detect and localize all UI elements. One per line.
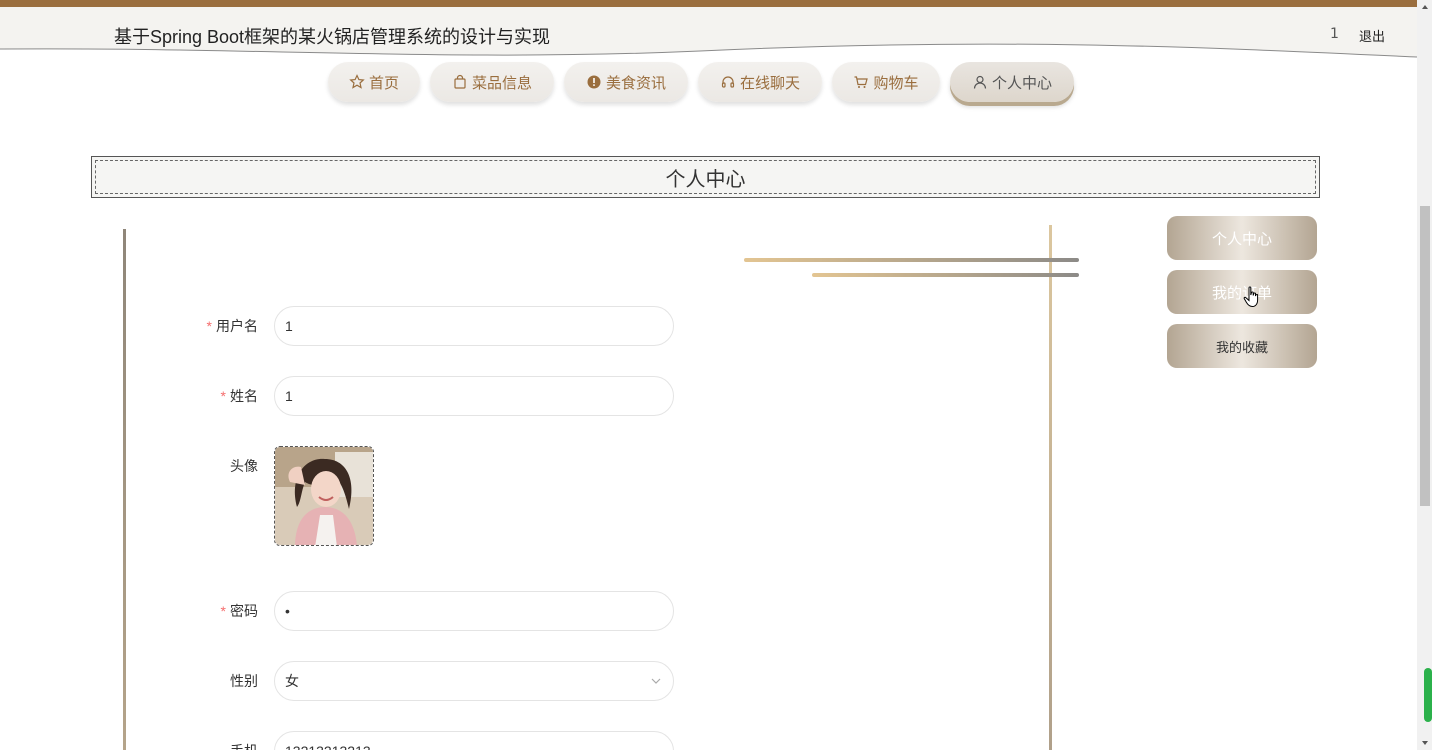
- hand-cursor-icon: [1243, 286, 1259, 308]
- password-input[interactable]: •: [274, 591, 674, 631]
- nav-item-label: 在线聊天: [739, 74, 800, 92]
- required-mark: *: [220, 603, 226, 619]
- section-title: 个人中心: [95, 160, 1316, 194]
- side-button-my-orders[interactable]: 我的订单: [1167, 270, 1317, 314]
- name-input[interactable]: 1: [274, 376, 674, 416]
- gender-select-value: 女: [285, 673, 299, 689]
- nav-item-label: 购物车: [873, 74, 919, 92]
- form-row-name: * 姓名 1: [150, 376, 680, 416]
- info-circle-icon: [587, 75, 601, 89]
- username-label-text: 用户名: [216, 318, 258, 334]
- username-label: * 用户名: [150, 306, 258, 346]
- star-icon: [349, 74, 365, 89]
- user-icon: [973, 75, 987, 89]
- form-row-username: * 用户名 1: [150, 306, 680, 346]
- avatar-upload[interactable]: [274, 446, 374, 546]
- side-button-my-favorites[interactable]: 我的收藏: [1167, 324, 1317, 368]
- scrollbar-thumb[interactable]: [1420, 206, 1430, 506]
- header: 基于Spring Boot框架的某火锅店管理系统的设计与实现 1 退出: [0, 7, 1417, 63]
- form-row-avatar: 头像: [150, 446, 680, 546]
- name-label-text: 姓名: [230, 388, 258, 404]
- username-input[interactable]: 1: [274, 306, 674, 346]
- nav-item-online-chat[interactable]: 在线聊天: [698, 62, 822, 102]
- phone-input[interactable]: 13213213213: [274, 731, 674, 750]
- cart-icon: [854, 76, 869, 88]
- bag-icon: [454, 74, 466, 89]
- gender-label: 性别: [230, 673, 258, 689]
- password-label: * 密码: [150, 591, 258, 631]
- section-title-box: 个人中心: [91, 156, 1320, 198]
- top-accent-bar: [0, 0, 1417, 7]
- form-row-password: * 密码 •: [150, 591, 680, 631]
- nav-item-personal-center[interactable]: 个人中心: [950, 62, 1074, 102]
- scroll-down-arrow-icon[interactable]: [1420, 738, 1430, 748]
- form-row-gender: 性别 女: [150, 661, 680, 701]
- floating-green-widget[interactable]: [1424, 668, 1432, 722]
- nav-item-label: 菜品信息: [471, 74, 532, 92]
- nav-item-home[interactable]: 首页: [328, 62, 420, 102]
- decorative-line-top: [744, 258, 1079, 262]
- decorative-right-line: [1049, 225, 1052, 750]
- nav-item-cart[interactable]: 购物车: [832, 62, 940, 102]
- nav-item-label: 个人中心: [991, 74, 1052, 92]
- avatar-label: 头像: [230, 458, 258, 474]
- form-row-phone: 手机 13213213213: [150, 731, 680, 750]
- chevron-down-icon: [651, 678, 661, 684]
- required-mark: *: [206, 318, 212, 334]
- decorative-left-line: [123, 229, 126, 750]
- site-title: 基于Spring Boot框架的某火锅店管理系统的设计与实现: [114, 27, 551, 47]
- logout-button[interactable]: 退出: [1359, 26, 1385, 45]
- required-mark: *: [220, 388, 226, 404]
- nav-item-label: 美食资讯: [605, 74, 666, 92]
- headset-icon: [721, 76, 735, 88]
- side-button-personal-center[interactable]: 个人中心: [1167, 216, 1317, 260]
- nav-item-dishes[interactable]: 菜品信息: [430, 62, 554, 102]
- name-label: * 姓名: [150, 376, 258, 416]
- current-user-name: 1: [1330, 26, 1339, 42]
- scroll-up-arrow-icon[interactable]: [1420, 2, 1430, 12]
- password-label-text: 密码: [230, 603, 258, 619]
- gender-select[interactable]: 女: [274, 661, 674, 701]
- nav-item-food-news[interactable]: 美食资讯: [564, 62, 688, 102]
- main-nav: 首页 菜品信息 美食资讯 在线聊天 购物车 个人中心: [0, 62, 1417, 106]
- nav-item-label: 首页: [368, 74, 399, 92]
- phone-label: 手机: [150, 731, 258, 750]
- decorative-line-bottom: [812, 273, 1079, 277]
- avatar-image: [275, 447, 373, 545]
